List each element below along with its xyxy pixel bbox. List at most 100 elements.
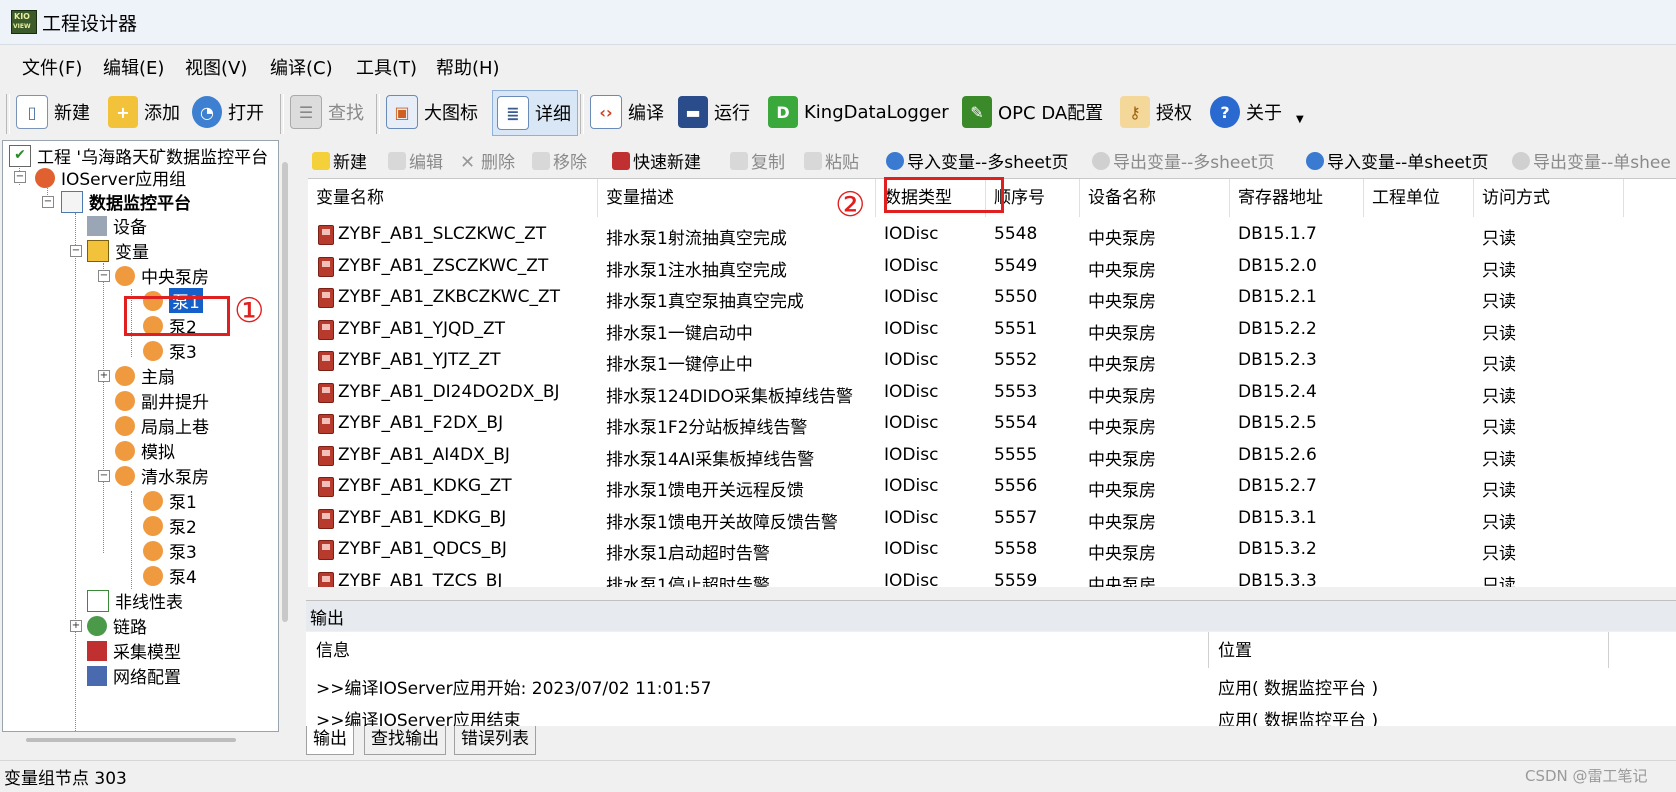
help-question-icon: ? [1210,96,1240,128]
menu-file[interactable]: 文件(F) [22,54,82,80]
cell-data-type: IODisc [884,287,939,307]
output-column-divider[interactable] [1208,632,1209,668]
output-row-info[interactable]: >>编译IOServer应用结束 [316,706,521,726]
kingdatalogger-icon: D [768,96,798,128]
table-row[interactable]: ZYBF_AB1_QDCS_BJ 排水泵1启动超时告警 IODisc 5558 中央泵房… [308,534,1676,565]
output-row-location[interactable]: 应用( 数据监控平台 ) [1218,674,1378,699]
expand-icon[interactable]: + [98,370,110,382]
tree-node-local-fan[interactable]: 局扇上巷 [115,413,209,438]
tree-node-clear-pump3[interactable]: 泵3 [143,538,197,563]
table-row[interactable]: ZYBF_AB1_KDKG_BJ 排水泵1馈电开关故障反馈告警 IODisc 5557… [308,503,1676,534]
menu-compile[interactable]: 编译(C) [270,54,333,80]
tab-error-list[interactable]: 错误列表 [454,726,536,755]
table-row[interactable]: ZYBF_AB1_ZKBCZKWC_ZT 排水泵1真空泵抽真空完成 IODisc 55… [308,282,1676,313]
license-button[interactable]: ⚷ 授权 [1120,90,1192,134]
export-single-sheet-button[interactable]: 导出变量--单shee [1512,148,1671,173]
tree-node-ioserver[interactable]: IOServer应用组 [35,165,186,190]
collapse-icon[interactable]: − [42,196,54,208]
tree-node-device[interactable]: 设备 [87,213,147,238]
tree-node-simulation[interactable]: 模拟 [115,438,175,463]
column-header-access[interactable]: 访问方式 [1474,179,1624,217]
open-button[interactable]: ◔ 打开 [192,90,264,134]
var-edit-button[interactable]: 编辑 [388,148,443,173]
collapse-icon[interactable]: − [98,270,110,282]
column-header-register[interactable]: 寄存器地址 [1230,179,1364,217]
find-button[interactable]: ☰ 查找 [290,90,364,134]
var-new-button[interactable]: 新建 [312,148,367,173]
run-computer-icon: ▬ [678,96,708,128]
import-multi-sheet-button[interactable]: 导入变量--多sheet页 [886,148,1068,173]
import-single-sheet-button[interactable]: 导入变量--单sheet页 [1306,148,1488,173]
table-row[interactable]: ZYBF_AB1_KDKG_ZT 排水泵1馈电开关远程反馈 IODisc 5556 中央… [308,471,1676,502]
tree-node-pump3[interactable]: 泵3 [143,338,197,363]
output-column-info[interactable]: 信息 [316,636,350,661]
open-globe-icon: ◔ [192,96,222,128]
tree-horizontal-scrollbar[interactable] [26,738,236,742]
table-row[interactable]: ZYBF_AB1_ZSCZKWC_ZT 排水泵1注水抽真空完成 IODisc 5549… [308,251,1676,282]
var-delete-button[interactable]: ✕ 删除 [460,148,515,174]
menu-help[interactable]: 帮助(H) [436,54,500,80]
tree-node-nonlinear-table[interactable]: 非线性表 [87,588,183,613]
new-project-button[interactable]: ▯ 新建 [16,90,90,134]
tree-node-variable[interactable]: 变量 [87,238,149,263]
column-header-name[interactable]: 变量名称 [308,179,598,217]
tree-node-clear-pump1[interactable]: 泵1 [143,488,197,513]
variable-io-icon [318,540,334,560]
tree-node-shaft-hoist[interactable]: 副井提升 [115,388,209,413]
collapse-icon[interactable]: − [70,245,82,257]
tab-output[interactable]: 输出 [306,726,354,755]
variable-io-icon [318,508,334,529]
tree-node-clear-water-pump-room[interactable]: 清水泵房 [115,463,209,488]
tree-node-link[interactable]: 链路 [87,613,147,638]
column-header-device[interactable]: 设备名称 [1080,179,1230,217]
var-remove-button[interactable]: 移除 [532,148,587,173]
quick-new-button[interactable]: 快速新建 [612,148,701,173]
detail-view-button[interactable]: ≣ 详细 [492,90,578,136]
tree-node-main-fan[interactable]: 主扇 [115,363,175,388]
column-header-unit[interactable]: 工程单位 [1364,179,1474,217]
kingdatalogger-button[interactable]: D KingDataLogger [768,90,949,134]
menu-view[interactable]: 视图(V) [185,54,247,80]
table-row[interactable]: ZYBF_AB1_TZCS_BJ 排水泵1停止超时告警 IODisc 5559 中央泵房… [308,566,1676,587]
menu-tools[interactable]: 工具(T) [356,54,417,80]
tree-node-central-pump-room[interactable]: 中央泵房 [115,263,209,288]
table-row[interactable]: ZYBF_AB1_AI4DX_BJ 排水泵14AI采集板掉线告警 IODisc 555… [308,440,1676,471]
cell-access: 只读 [1482,481,1516,501]
about-button[interactable]: ? 关于 [1210,90,1282,134]
table-row[interactable]: ZYBF_AB1_F2DX_BJ 排水泵1F2分站板掉线告警 IODisc 5554 中… [308,408,1676,439]
output-column-location[interactable]: 位置 [1218,636,1252,661]
table-row[interactable]: ZYBF_AB1_SLCZKWC_ZT 排水泵1射流抽真空完成 IODisc 5548… [308,219,1676,250]
tree-node-clear-pump4[interactable]: 泵4 [143,563,197,588]
add-button[interactable]: + 添加 [108,90,180,134]
output-row-info[interactable]: >>编译IOServer应用开始: 2023/07/02 11:01:57 [316,674,712,699]
compile-button[interactable]: ‹› 编译 [590,90,664,134]
table-row[interactable]: ZYBF_AB1_YJTZ_ZT 排水泵1一键停止中 IODisc 5552 中央泵房 D… [308,345,1676,376]
table-row[interactable]: ZYBF_AB1_DI24DO2DX_BJ 排水泵124DIDO采集板掉线告警 IO… [308,377,1676,408]
cell-register: DB15.2.2 [1238,318,1317,339]
tree-node-clear-pump2[interactable]: 泵2 [143,513,197,538]
output-column-divider[interactable] [1608,632,1609,668]
menu-edit[interactable]: 编辑(E) [103,54,164,80]
tab-find-output[interactable]: 查找输出 [364,726,446,755]
group-icon [115,365,135,386]
expand-icon[interactable]: + [70,620,82,632]
paste-button[interactable]: 粘贴 [804,148,859,173]
tree-vertical-scrollbar[interactable] [282,162,288,622]
toolbar-overflow-arrow-icon[interactable]: ▼ [1296,114,1304,125]
tree-node-acquisition-model[interactable]: 采集模型 [87,638,181,663]
copy-button[interactable]: 复制 [730,148,785,173]
cell-access: 只读 [1482,449,1516,470]
run-button[interactable]: ▬ 运行 [678,90,750,134]
opc-da-config-button[interactable]: ✎ OPC DA配置 [962,90,1103,134]
toolbar-divider [6,94,10,134]
export-multi-sheet-button[interactable]: 导出变量--多sheet页 [1092,148,1274,173]
collapse-icon[interactable]: − [14,171,26,183]
chart-table-icon [87,589,109,612]
table-row[interactable]: ZYBF_AB1_YJQD_ZT 排水泵1一键启动中 IODisc 5551 中央泵房 D… [308,314,1676,345]
big-icon-view-button[interactable]: ▣ 大图标 [386,90,478,134]
tree-node-network-config[interactable]: 网络配置 [87,663,181,688]
cell-data-type: IODisc [884,350,939,370]
tree-node-platform[interactable]: 数据监控平台 [61,189,191,214]
output-row-location[interactable]: 应用( 数据监控平台 ) [1218,706,1378,726]
collapse-icon[interactable]: − [98,470,110,482]
